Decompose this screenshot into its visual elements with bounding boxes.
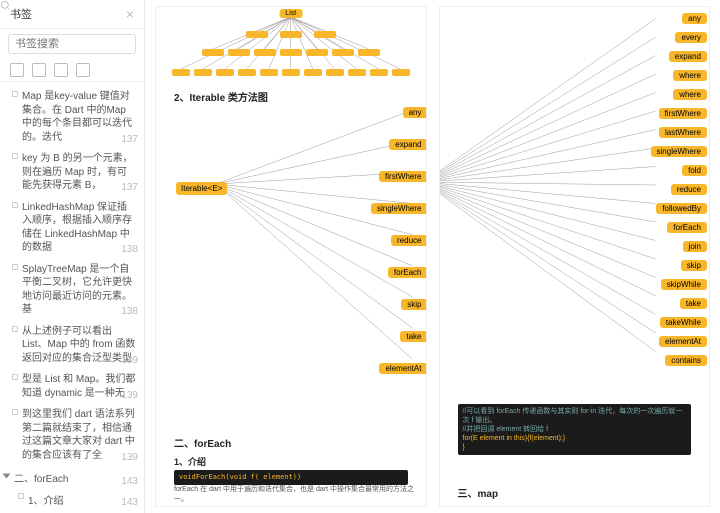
toolbar: [0, 59, 144, 82]
method-node: join: [683, 241, 707, 252]
bookmark-item[interactable]: 型是 List 和 Map。我们都知道 dynamic 是一种无139: [0, 369, 144, 404]
method-node: take: [400, 331, 426, 342]
bookmark-item[interactable]: Map 是key-value 键值对集合。在 Dart 中的Map 中的每个条目…: [0, 86, 144, 148]
method-node: lastWhere: [659, 127, 707, 138]
method-node: skipWhile: [661, 279, 707, 290]
method-node: reduce: [671, 184, 707, 195]
branch-node: [332, 49, 354, 56]
branch-node: [348, 69, 366, 76]
sidebar-title: 书签: [10, 6, 32, 22]
branch-node: [392, 69, 410, 76]
method-node: skip: [401, 299, 426, 310]
method-node: elementAt: [659, 336, 707, 347]
branch-node: [216, 69, 234, 76]
search-box[interactable]: [8, 34, 136, 54]
list-methods-graph: List: [156, 7, 426, 82]
method-node: reduce: [391, 235, 426, 246]
search-input[interactable]: [15, 38, 129, 50]
branch-node: [326, 69, 344, 76]
page-right: any every expand where where firstWhere lastWh…: [439, 6, 711, 507]
method-node: fold: [682, 165, 707, 176]
content-area: List 2、Iterable 类方法图 Iterable<E> any expa…: [145, 0, 720, 513]
caption: forEach 在 dart 中用于遍历和迭代集合，也是 dart 中操作集合最…: [174, 484, 426, 504]
method-node: expand: [669, 51, 707, 62]
bookmark-item[interactable]: 从上述例子可以看出 List、Map 中的 from 函数返回对应的集合泛型类型…: [0, 321, 144, 370]
tool-icon-1[interactable]: [10, 63, 24, 77]
tool-icon-2[interactable]: [32, 63, 46, 77]
hub-node: List: [279, 9, 302, 18]
code-block: voidForEach(void f( element)): [174, 470, 408, 485]
method-node: expand: [389, 139, 426, 150]
method-node: where: [673, 70, 707, 81]
section-heading-foreach: 二、forEach: [156, 435, 249, 450]
method-node: where: [673, 89, 707, 100]
bookmarks-sidebar: 书签 × Map 是key-value 键值对集合。在 Dart 中的Map 中…: [0, 0, 145, 513]
code-block: //可以看到 forEach 传递函数与其实则 for-in 迭代，每次的一次遍…: [458, 404, 692, 455]
branch-node: [202, 49, 224, 56]
branch-node: [260, 69, 278, 76]
branch-node: [358, 49, 380, 56]
bookmark-section[interactable]: 二、forEach143: [0, 466, 144, 489]
tool-icon-3[interactable]: [54, 63, 68, 77]
bookmark-item[interactable]: LinkedHashMap 保证插入顺序，根据插入顺序存储在 LinkedHas…: [0, 197, 144, 259]
branch-node: [370, 69, 388, 76]
subsection-heading: 1、介绍: [458, 504, 490, 507]
branch-node: [228, 49, 250, 56]
section-heading-map: 三、map: [440, 485, 517, 500]
page-left: List 2、Iterable 类方法图 Iterable<E> any expa…: [155, 6, 427, 507]
search-container: [0, 29, 144, 59]
tool-icon-4[interactable]: [76, 63, 90, 77]
method-node: elementAt: [379, 363, 426, 374]
branch-node: [282, 69, 300, 76]
branch-node: [280, 31, 302, 38]
branch-node: [246, 31, 268, 38]
iterable-node: Iterable<E>: [176, 182, 227, 195]
branch-node: [306, 49, 328, 56]
method-node: forEach: [667, 222, 707, 233]
method-node: take: [680, 298, 707, 309]
branch-node: [280, 49, 302, 56]
method-node: singleWhere: [371, 203, 426, 214]
method-node: singleWhere: [651, 146, 707, 157]
method-node: any: [682, 13, 707, 24]
branch-node: [194, 69, 212, 76]
method-node: followedBy: [656, 203, 707, 214]
sidebar-header: 书签 ×: [0, 0, 144, 29]
branch-node: [254, 49, 276, 56]
method-node: firstWhere: [659, 108, 707, 119]
section-heading: 2、Iterable 类方法图: [156, 89, 286, 104]
method-node: forEach: [388, 267, 427, 278]
method-node: takeWhile: [660, 317, 707, 328]
branch-node: [314, 31, 336, 38]
method-node: every: [675, 32, 707, 43]
bookmark-item[interactable]: key 为 B 的另一个元素，则在遍历 Map 时，有可能先获得元素 B，137: [0, 148, 144, 197]
method-node: skip: [681, 260, 707, 271]
bookmark-subitem[interactable]: 1、介绍143: [0, 489, 144, 510]
branch-node: [304, 69, 322, 76]
bookmark-item[interactable]: 到这里我们 dart 语法系列第二篇就结束了，相信通过这篇文章大家对 dart …: [0, 404, 144, 466]
subsection-heading: 1、介绍: [174, 455, 206, 468]
method-node: firstWhere: [379, 171, 426, 182]
branch-node: [172, 69, 190, 76]
close-icon[interactable]: ×: [126, 6, 134, 22]
method-node: any: [403, 107, 427, 118]
branch-node: [238, 69, 256, 76]
bookmark-list[interactable]: Map 是key-value 键值对集合。在 Dart 中的Map 中的每个条目…: [0, 82, 144, 513]
bookmark-item[interactable]: SplayTreeMap 是一个自平衡二叉树，它允许更快地访问最近访问的元素。基…: [0, 259, 144, 321]
method-node: contains: [665, 355, 707, 366]
